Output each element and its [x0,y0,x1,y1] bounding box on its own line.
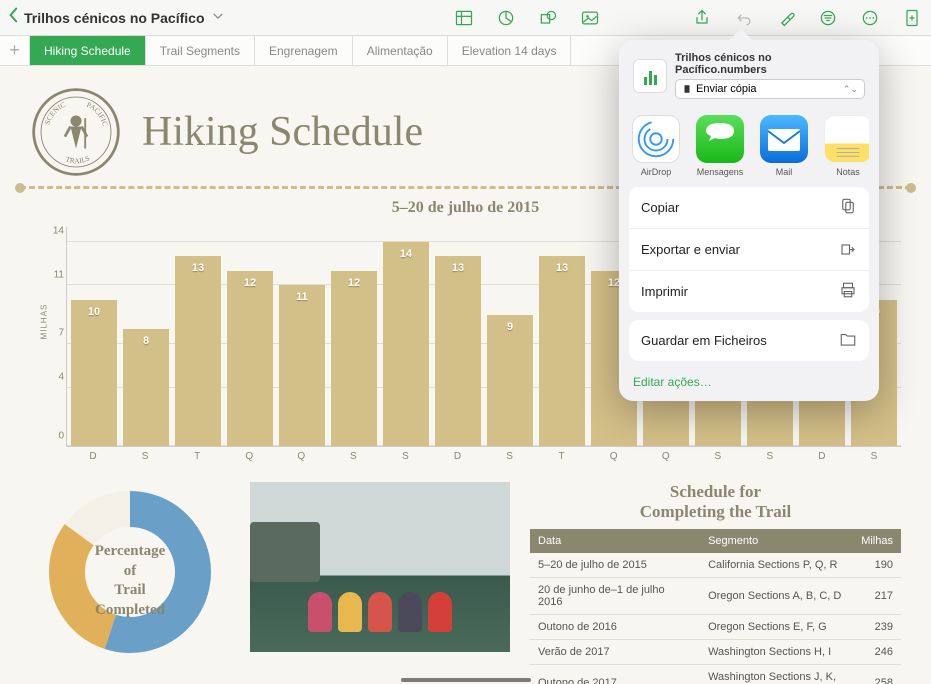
table-row[interactable]: Verão de 2017Washington Sections H, I246 [530,639,901,664]
svg-text:TRAILS: TRAILS [65,153,91,165]
table-row[interactable]: Outono de 2016Oregon Sections E, F, G239 [530,614,901,639]
title-chevron-icon[interactable] [213,12,223,23]
insert-table-icon[interactable] [453,7,475,29]
share-icon[interactable] [691,7,713,29]
format-brush-icon[interactable] [775,7,797,29]
table-row[interactable]: 20 de junho de–1 de julho 2016Oregon Sec… [530,577,901,614]
share-app-notes[interactable]: Notas [821,115,869,177]
messages-icon [696,115,744,163]
bar[interactable]: 12 [227,271,273,446]
insert-shape-icon[interactable] [537,7,559,29]
col-segmento: Segmento [700,529,853,553]
table-row[interactable]: Outono de 2017Washington Sections J, K, … [530,664,901,684]
share-filename: Trilhos cénicos no Pacífico.numbers [675,52,865,76]
schedule-table[interactable]: Schedule for Completing the Trail Data S… [530,482,901,684]
insert-chart-icon[interactable] [495,7,517,29]
more-icon[interactable] [859,7,881,29]
sheet-tab-hiking[interactable]: Hiking Schedule [30,36,146,65]
home-indicator [401,678,531,682]
notes-icon [824,115,869,163]
file-thumbnail-icon [633,59,667,93]
table-row[interactable]: 5–20 de julho de 2015California Sections… [530,553,901,578]
copy-icon [839,197,857,218]
schedule-title: Schedule for Completing the Trail [530,482,901,523]
document-icon [682,84,692,94]
sheet-tab-food[interactable]: Alimentação [353,36,448,65]
top-toolbar: Trilhos cénicos no Pacífico [0,0,931,36]
back-button[interactable] [8,6,18,29]
share-app-mail[interactable]: Mail [757,115,811,177]
share-app-airdrop[interactable]: AirDrop [629,115,683,177]
bar[interactable]: 10 [71,300,117,446]
action-print[interactable]: Imprimir [629,271,869,312]
bar[interactable]: 12 [331,271,377,446]
bar[interactable]: 13 [435,256,481,446]
action-folder[interactable]: Guardar em Ficheiros [629,320,869,361]
folder-icon [839,330,857,351]
document-title[interactable]: Trilhos cénicos no Pacífico [24,10,205,26]
chevron-updown-icon: ⌃⌄ [843,84,858,95]
mail-icon [760,115,808,163]
new-doc-icon[interactable] [901,7,923,29]
insert-media-icon[interactable] [579,7,601,29]
sheet-tab-elevation[interactable]: Elevation 14 days [448,36,572,65]
bar[interactable]: 8 [123,329,169,446]
bar[interactable]: 14 [383,242,429,446]
action-copy[interactable]: Copiar [629,187,869,229]
sheet-tab-gear[interactable]: Engrenagem [255,36,353,65]
donut-label: Percentage of Trail Completed [30,542,230,620]
page-title: Hiking Schedule [142,108,423,156]
action-export[interactable]: Exportar e enviar [629,229,869,271]
share-app-messages[interactable]: Mensagens [693,115,747,177]
airdrop-icon [632,115,680,163]
donut-chart[interactable]: Percentage of Trail Completed [30,482,230,667]
col-data: Data [530,529,700,553]
edit-actions-link[interactable]: Editar ações… [629,369,869,391]
add-sheet-button[interactable]: + [0,36,30,65]
scenic-photo[interactable] [250,482,510,652]
share-popover: Trilhos cénicos no Pacífico.numbers Envi… [619,40,879,401]
bar[interactable]: 13 [539,256,585,446]
print-icon [839,281,857,302]
export-icon [839,239,857,260]
share-mode-selector[interactable]: Enviar cópia ⌃⌄ [675,79,865,99]
sheet-tab-segments[interactable]: Trail Segments [146,36,255,65]
y-axis-label: MILHAS [39,304,48,340]
bar[interactable]: 9 [487,315,533,446]
undo-icon[interactable] [733,7,755,29]
bar[interactable]: 11 [279,285,325,446]
trails-logo: SCENIC PACIFIC TRAILS [30,86,122,178]
col-milhas: Milhas [853,529,901,553]
bar[interactable]: 13 [175,256,221,446]
filter-icon[interactable] [817,7,839,29]
